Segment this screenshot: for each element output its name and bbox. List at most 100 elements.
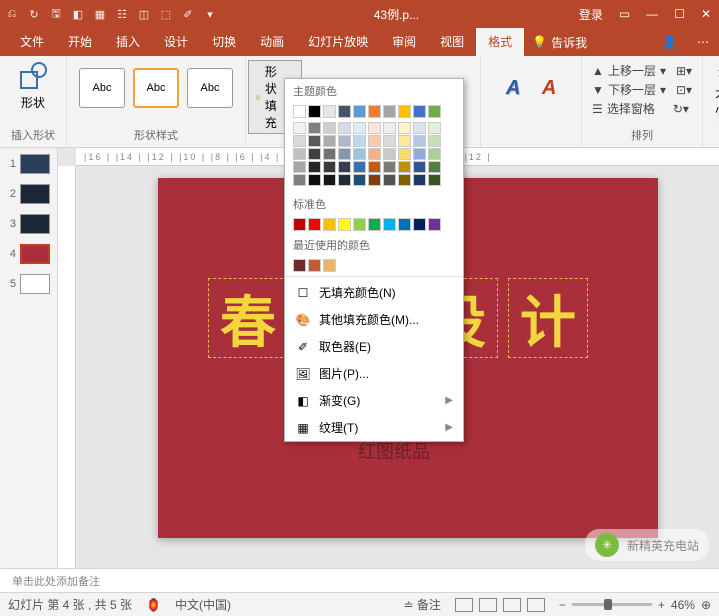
rotate-icon[interactable]: ↻▾ [673,102,689,116]
selection-pane[interactable]: ☰选择窗格↻▾ [592,100,692,117]
color-swatch[interactable] [353,105,366,118]
qat-icon[interactable]: 🖫 [48,6,64,22]
color-swatch[interactable] [308,105,321,118]
color-swatch[interactable] [398,218,411,231]
color-swatch[interactable] [428,135,441,147]
align-icon[interactable]: ⊞▾ [676,64,692,78]
color-swatch[interactable] [383,122,396,134]
qat-icon[interactable]: ↻ [26,6,42,22]
color-swatch[interactable] [383,135,396,147]
maximize-icon[interactable]: ☐ [670,5,689,23]
color-swatch[interactable] [293,135,306,147]
color-swatch[interactable] [308,122,321,134]
color-swatch[interactable] [323,161,336,173]
shape-style[interactable]: Abc [79,68,125,108]
tab-file[interactable]: 文件 [8,28,56,56]
shape-style[interactable]: Abc [133,68,179,108]
zoom-control[interactable]: − + 46% ⊕ [559,598,711,612]
color-swatch[interactable] [293,161,306,173]
color-swatch[interactable] [323,174,336,186]
zoom-percent[interactable]: 46% [671,598,695,612]
color-swatch[interactable] [338,135,351,147]
language[interactable]: 中文(中国) [175,596,231,613]
color-swatch[interactable] [323,148,336,160]
bring-forward[interactable]: ▲上移一层▾⊞▾ [592,62,692,79]
login-button[interactable]: 登录 [575,4,607,25]
ribbon-options-icon[interactable]: ▭ [615,5,634,23]
color-swatch[interactable] [293,122,306,134]
tab-slideshow[interactable]: 幻灯片放映 [296,28,380,56]
color-swatch[interactable] [338,122,351,134]
thumbnail[interactable]: 3 [4,214,53,234]
gradient-fill[interactable]: ◧渐变(G)▶ [285,387,463,414]
qat-icon[interactable]: ⬚ [158,6,174,22]
color-swatch[interactable] [413,122,426,134]
tell-me[interactable]: 💡告诉我 [532,34,587,51]
thumbnail[interactable]: 5 [4,274,53,294]
color-swatch[interactable] [413,218,426,231]
picture-fill[interactable]: 🖼图片(P)... [285,360,463,387]
color-swatch[interactable] [308,174,321,186]
zoom-in-icon[interactable]: + [658,598,665,612]
color-swatch[interactable] [308,161,321,173]
thumbnail[interactable]: 1 [4,154,53,174]
color-swatch[interactable] [353,218,366,231]
color-swatch[interactable] [353,161,366,173]
color-swatch[interactable] [338,174,351,186]
color-swatch[interactable] [383,105,396,118]
share-icon[interactable]: 👤 [652,35,687,49]
color-swatch[interactable] [428,105,441,118]
thumbnail[interactable]: 4 [4,244,53,264]
color-swatch[interactable] [428,122,441,134]
qat-icon[interactable]: ☷ [114,6,130,22]
texture-fill[interactable]: ▦纹理(T)▶ [285,414,463,441]
color-swatch[interactable] [368,218,381,231]
color-swatch[interactable] [338,148,351,160]
color-swatch[interactable] [353,122,366,134]
tab-animations[interactable]: 动画 [248,28,296,56]
color-swatch[interactable] [368,148,381,160]
color-swatch[interactable] [293,148,306,160]
color-swatch[interactable] [338,161,351,173]
color-swatch[interactable] [383,161,396,173]
close-icon[interactable]: ✕ [697,5,715,23]
eyedropper[interactable]: ✐取色器(E) [285,333,463,360]
color-swatch[interactable] [428,161,441,173]
thumbnail[interactable]: 2 [4,184,53,204]
zoom-slider[interactable] [572,603,652,606]
color-swatch[interactable] [323,259,336,272]
color-swatch[interactable] [308,135,321,147]
color-swatch[interactable] [398,174,411,186]
color-swatch[interactable] [413,174,426,186]
color-swatch[interactable] [398,122,411,134]
color-swatch[interactable] [383,174,396,186]
char-box[interactable]: 计 [508,278,588,358]
comments-icon[interactable]: ⋯ [687,35,719,49]
no-fill[interactable]: ☐无填充颜色(N) [285,279,463,306]
color-swatch[interactable] [368,161,381,173]
color-swatch[interactable] [398,135,411,147]
color-swatch[interactable] [323,105,336,118]
color-swatch[interactable] [428,174,441,186]
color-swatch[interactable] [338,218,351,231]
color-swatch[interactable] [323,122,336,134]
color-swatch[interactable] [383,218,396,231]
color-swatch[interactable] [413,105,426,118]
tab-design[interactable]: 设计 [152,28,200,56]
tab-transitions[interactable]: 切换 [200,28,248,56]
color-swatch[interactable] [353,148,366,160]
color-swatch[interactable] [293,105,306,118]
color-swatch[interactable] [398,105,411,118]
color-swatch[interactable] [293,218,306,231]
normal-view-icon[interactable] [455,598,473,612]
color-swatch[interactable] [413,161,426,173]
color-swatch[interactable] [413,148,426,160]
tab-home[interactable]: 开始 [56,28,104,56]
wordart-style[interactable]: A [533,68,565,108]
color-swatch[interactable] [323,218,336,231]
qat-icon[interactable]: ◧ [70,6,86,22]
color-swatch[interactable] [353,135,366,147]
wordart-style[interactable]: A [497,68,529,108]
sorter-view-icon[interactable] [479,598,497,612]
qat-icon[interactable]: ⎌ [4,6,20,22]
